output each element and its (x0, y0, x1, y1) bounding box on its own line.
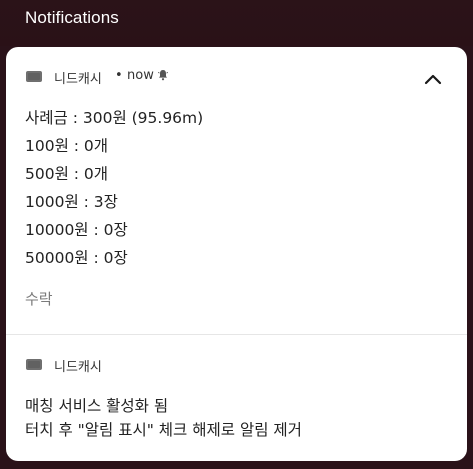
app-icon (26, 359, 42, 370)
bill-1000-line: 1000원 : 3장 (25, 193, 118, 211)
coin-500-line: 500원 : 0개 (25, 165, 109, 183)
notification-card-needcash-reward[interactable]: 니드캐시 • now 사례금 : 300원 (95.96m) 100원 : 0개… (6, 47, 467, 334)
bell-icon (157, 69, 169, 84)
collapse-chevron-up-icon[interactable] (424, 71, 442, 85)
notification-panel: 니드캐시 • now 사례금 : 300원 (95.96m) 100원 : 0개… (6, 47, 467, 461)
service-instruction-line: 터치 후 "알림 표시" 체크 해제로 알림 제거 (25, 421, 302, 439)
notification-card-needcash-service[interactable]: 니드캐시 매칭 서비스 활성화 됨 터치 후 "알림 표시" 체크 해제로 알림… (6, 335, 467, 461)
service-status-line: 매칭 서비스 활성화 됨 (25, 397, 169, 415)
header-separator: • (115, 68, 123, 83)
bill-50000-line: 50000원 : 0장 (25, 249, 128, 267)
app-name: 니드캐시 (54, 72, 102, 87)
notifications-title: Notifications (25, 8, 119, 27)
coin-100-line: 100원 : 0개 (25, 137, 109, 155)
reward-line: 사례금 : 300원 (95.96m) (25, 109, 204, 127)
accept-button[interactable]: 수락 (25, 288, 53, 309)
status-header: Notifications (0, 0, 473, 46)
app-name: 니드캐시 (54, 360, 102, 375)
bill-10000-line: 10000원 : 0장 (25, 221, 128, 239)
app-icon (26, 71, 42, 82)
notification-time: now (127, 68, 154, 83)
